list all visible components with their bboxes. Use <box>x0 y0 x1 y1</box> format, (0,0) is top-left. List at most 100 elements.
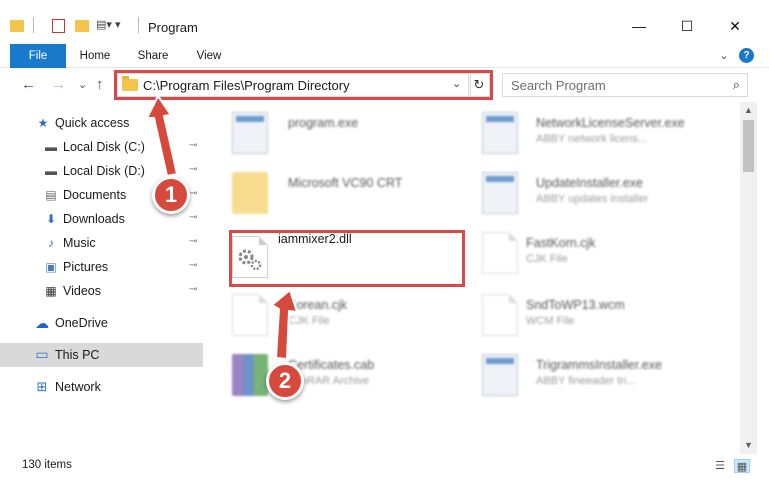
cloud-icon: ☁ <box>35 315 49 331</box>
file-item[interactable]: program.exe <box>210 106 460 166</box>
archive-icon <box>232 354 268 396</box>
search-input[interactable]: Search Program ⌕ <box>502 73 748 97</box>
pin-icon: ⊸ <box>189 164 198 175</box>
separator <box>33 17 34 33</box>
file-name: TrigrammsInstaller.exe <box>536 358 662 372</box>
network-icon: ⊞ <box>36 379 48 394</box>
file-name: FastKorn.cjk <box>526 236 596 250</box>
recent-locations-icon[interactable]: ⌄ <box>78 78 87 91</box>
sidebar-item-label: Local Disk (C:) <box>63 140 145 154</box>
sidebar-item-label: Videos <box>63 284 101 298</box>
sidebar-item-label: Music <box>63 236 96 250</box>
details-view-icon[interactable]: ☰ <box>712 459 728 473</box>
back-arrow-icon[interactable]: ← <box>21 76 36 93</box>
separator <box>138 17 139 33</box>
address-highlight-box <box>114 70 493 100</box>
computer-icon: ▭ <box>35 346 49 362</box>
file-name: SndToWP13.wcm <box>526 298 625 312</box>
videos-icon: ▦ <box>45 284 57 298</box>
sidebar-item-onedrive[interactable]: ☁ OneDrive <box>0 312 203 334</box>
sidebar-item-label: Pictures <box>63 260 109 274</box>
scroll-down-icon[interactable]: ▼ <box>740 437 757 454</box>
tab-view[interactable]: View <box>186 44 232 68</box>
sidebar-item-videos[interactable]: ▦ Videos ⊸ <box>0 280 203 302</box>
file-item[interactable]: Korean.cjk CJK File <box>210 288 460 348</box>
file-name: Microsoft VC90 CRT <box>288 176 403 190</box>
sidebar-item-label: Downloads <box>63 212 125 226</box>
document-icon <box>482 232 518 274</box>
sidebar-item-quick-access[interactable]: ★ Quick access <box>0 112 203 134</box>
document-icon <box>232 294 268 336</box>
file-name: NetworkLicenseServer.exe <box>536 116 685 130</box>
tab-share[interactable]: Share <box>130 44 176 68</box>
sidebar-item-music[interactable]: ♪ Music ⊸ <box>0 232 203 254</box>
expand-ribbon-icon[interactable]: ⌄ <box>716 44 732 68</box>
pictures-icon: ▣ <box>45 260 57 274</box>
folder-icon <box>10 20 24 32</box>
search-icon[interactable]: ⌕ <box>733 77 740 93</box>
close-button[interactable]: ✕ <box>712 10 758 42</box>
downloads-icon: ⬇ <box>45 212 57 226</box>
sidebar-item-label: OneDrive <box>55 316 108 330</box>
file-item[interactable]: Certificates.cab WinRAR Archive <box>210 348 460 408</box>
maximize-button[interactable]: ☐ <box>664 10 710 42</box>
exe-file-icon <box>482 354 518 396</box>
file-type: WCM File <box>526 315 575 327</box>
music-icon: ♪ <box>48 236 54 250</box>
exe-file-icon <box>482 112 518 154</box>
pin-icon: ⊸ <box>189 236 198 247</box>
file-item[interactable]: SndToWP13.wcm WCM File <box>460 288 710 348</box>
status-bar: 130 items ☰ ▦ <box>0 456 769 478</box>
file-type: ABBY fineeader tri... <box>536 375 636 387</box>
file-item[interactable]: TrigrammsInstaller.exe ABBY fineeader tr… <box>460 348 710 408</box>
vertical-scrollbar[interactable]: ▲ ▼ <box>740 102 757 454</box>
file-item[interactable]: NetworkLicenseServer.exe ABBY network li… <box>460 106 710 166</box>
document-icon <box>482 294 518 336</box>
file-type: CJK File <box>526 253 568 265</box>
window-title: Program <box>148 20 198 35</box>
new-folder-icon[interactable] <box>75 20 89 32</box>
minimize-button[interactable]: — <box>616 10 662 42</box>
file-item[interactable]: UpdateInstaller.exe ABBY updates install… <box>460 166 710 226</box>
title-bar: ▤▾ ▾ Program — ☐ ✕ <box>0 0 769 44</box>
customize-qat-icon[interactable]: ▤▾ ▾ <box>96 18 126 34</box>
help-icon[interactable]: ? <box>739 48 754 63</box>
drive-icon: ▬ <box>45 164 57 178</box>
sidebar-item-label: Local Disk (D:) <box>63 164 145 178</box>
file-type: ABBY updates installer <box>536 193 649 205</box>
star-icon: ★ <box>37 116 49 130</box>
search-placeholder: Search Program <box>511 78 606 93</box>
file-highlight-box <box>229 230 465 287</box>
item-count: 130 items <box>22 459 72 471</box>
pin-icon: ⊸ <box>189 260 198 271</box>
step-2-callout: 2 <box>266 362 304 400</box>
properties-icon[interactable] <box>52 19 65 33</box>
sidebar-item-local-disk-c[interactable]: ▬ Local Disk (C:) ⊸ <box>0 136 203 158</box>
pin-icon: ⊸ <box>189 140 198 151</box>
file-item[interactable]: Microsoft VC90 CRT <box>210 166 460 226</box>
exe-file-icon <box>232 112 268 154</box>
sidebar-item-label: Network <box>55 380 101 394</box>
file-name: Korean.cjk <box>288 298 348 312</box>
scroll-up-icon[interactable]: ▲ <box>740 102 757 119</box>
sidebar-item-network[interactable]: ⊞ Network <box>0 376 203 398</box>
scroll-thumb[interactable] <box>743 120 754 172</box>
pin-icon: ⊸ <box>189 188 198 199</box>
file-name: program.exe <box>288 116 359 130</box>
forward-arrow-icon[interactable]: → <box>51 76 66 93</box>
step-1-callout: 1 <box>152 176 190 214</box>
navigation-pane: ★ Quick access ▬ Local Disk (C:) ⊸ ▬ Loc… <box>0 102 210 452</box>
pin-icon: ⊸ <box>189 284 198 295</box>
sidebar-item-this-pc[interactable]: ▭ This PC <box>0 343 203 367</box>
sidebar-item-label: Documents <box>63 188 127 202</box>
large-icons-view-icon[interactable]: ▦ <box>734 459 750 473</box>
up-arrow-icon[interactable]: ↑ <box>96 76 104 93</box>
sidebar-item-pictures[interactable]: ▣ Pictures ⊸ <box>0 256 203 278</box>
pin-icon: ⊸ <box>189 212 198 223</box>
ribbon-tabs: File Home Share View ⌄ ? <box>0 44 769 104</box>
sidebar-item-label: This PC <box>55 348 100 362</box>
drive-icon: ▬ <box>45 140 57 154</box>
tab-home[interactable]: Home <box>72 44 118 68</box>
documents-icon: ▤ <box>45 188 57 202</box>
file-item[interactable]: FastKorn.cjk CJK File <box>460 226 710 286</box>
